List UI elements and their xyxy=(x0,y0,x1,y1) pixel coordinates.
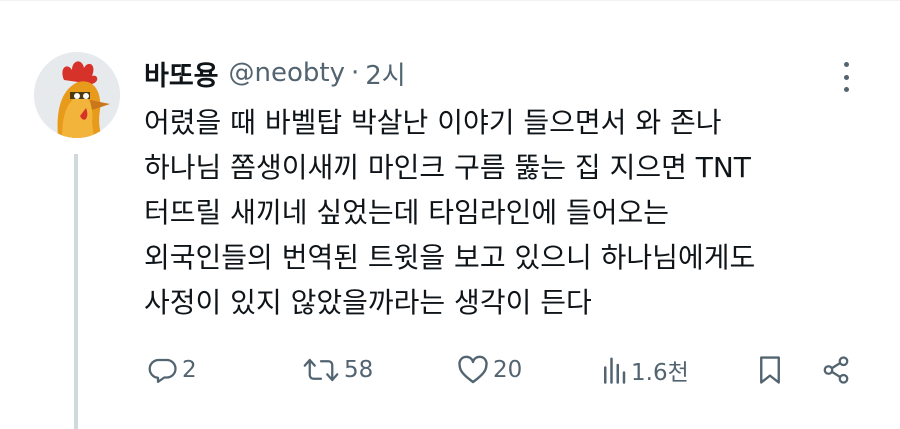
tweet-content: 바또용 @neobty · 2시 어렸을 때 바벨탑 박살난 이야기 들으면서 … xyxy=(144,50,854,325)
share-icon xyxy=(823,356,849,384)
tweet-text-line: 어렸을 때 바벨탑 박살난 이야기 들으면서 와 존나 xyxy=(144,106,722,139)
like-count: 20 xyxy=(493,357,523,383)
views-icon xyxy=(604,357,626,384)
top-divider xyxy=(0,0,900,1)
tweet-text-line: 하나님 쫌생이새끼 마인크 구름 뚫는 집 지으면 TNT xyxy=(144,151,751,184)
display-name[interactable]: 바또용 xyxy=(144,54,219,93)
retweet-count: 58 xyxy=(344,357,374,383)
reply-icon xyxy=(148,358,177,383)
tweet-text-line: 사정이 있지 않았을까라는 생각이 든다 xyxy=(144,286,592,319)
separator-dot: · xyxy=(351,58,360,88)
tweet-text-line: 외국인들의 번역된 트윗을 보고 있으니 하나님에게도 xyxy=(144,241,756,274)
avatar[interactable] xyxy=(34,52,120,138)
views-count: 1.6천 xyxy=(631,360,689,386)
chicken-avatar-icon xyxy=(34,52,120,138)
like-button[interactable]: 20 xyxy=(457,350,522,390)
reply-button[interactable]: 2 xyxy=(148,350,197,390)
timestamp[interactable]: 2시 xyxy=(365,55,405,92)
retweet-button[interactable]: 58 xyxy=(302,350,373,390)
more-options-icon[interactable] xyxy=(842,62,850,92)
heart-icon xyxy=(458,355,488,384)
bookmark-button[interactable] xyxy=(757,350,783,390)
tweet-text: 어렸을 때 바벨탑 박살난 이야기 들으면서 와 존나 하나님 쫌생이새끼 마인… xyxy=(144,100,854,325)
tweet-header: 바또용 @neobty · 2시 xyxy=(144,50,854,96)
bookmark-icon xyxy=(760,356,780,384)
views-button[interactable]: 1.6천 xyxy=(601,350,689,390)
avatar-column xyxy=(34,52,120,138)
action-bar: 2 58 20 1.6천 xyxy=(144,350,859,390)
user-handle[interactable]: @neobty xyxy=(229,58,345,88)
tweet-text-line: 터뜨릴 새끼네 싶었는데 타임라인에 들어오는 xyxy=(144,196,670,229)
reply-count: 2 xyxy=(182,357,197,383)
retweet-icon xyxy=(303,358,339,382)
thread-line xyxy=(74,154,78,429)
share-button[interactable] xyxy=(820,350,852,390)
